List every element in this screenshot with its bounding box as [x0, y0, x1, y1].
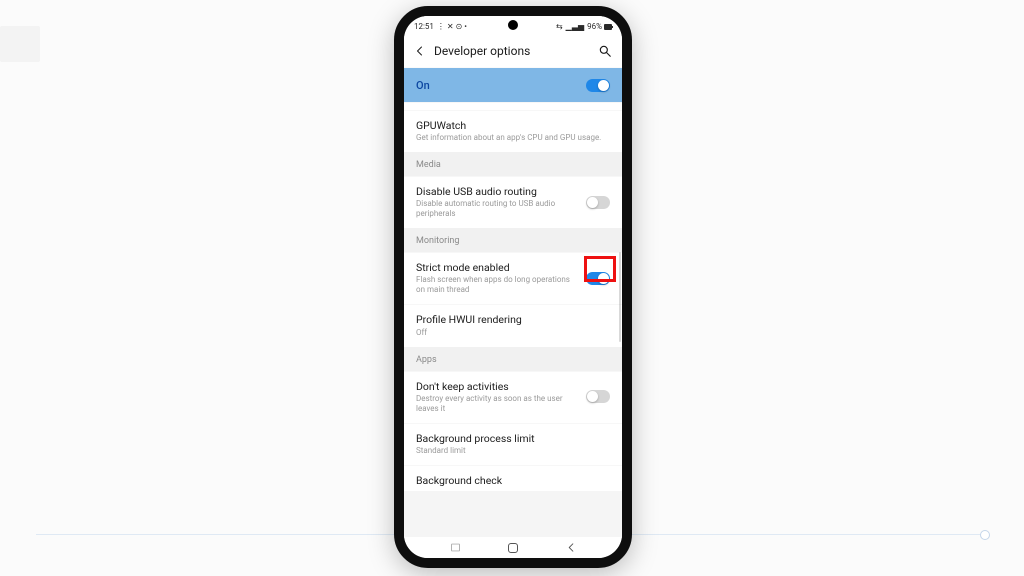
status-signal-icon: ▁▃▅	[566, 22, 584, 31]
row-title: Background check	[416, 474, 610, 487]
row-dont-keep-activities[interactable]: Don't keep activities Destroy every acti…	[404, 371, 622, 423]
row-subtitle: Off	[416, 328, 610, 338]
nav-back-icon[interactable]	[564, 541, 578, 555]
toggle-disable-usb-audio[interactable]	[586, 196, 610, 209]
master-toggle-switch[interactable]	[586, 79, 610, 92]
toggle-dont-keep-activities[interactable]	[586, 390, 610, 403]
status-battery: 96%	[587, 22, 612, 31]
row-subtitle: Flash screen when apps do long operation…	[416, 275, 578, 295]
row-gpuwatch[interactable]: GPUWatch Get information about an app's …	[404, 110, 622, 152]
row-subtitle: Destroy every activity as soon as the us…	[416, 394, 578, 414]
screen: 12:51 ⋮ ✕ ⊙ • ⇆ ▁▃▅ 96% Developer option…	[404, 16, 622, 558]
app-header: Developer options	[404, 34, 622, 68]
battery-icon	[604, 24, 612, 30]
page-decorative-box	[0, 26, 40, 62]
section-header-apps: Apps	[404, 347, 622, 371]
master-toggle-banner[interactable]: On	[404, 68, 622, 102]
row-title: GPUWatch	[416, 119, 610, 132]
page-title: Developer options	[434, 44, 590, 58]
system-nav-bar	[404, 536, 622, 558]
row-background-check[interactable]: Background check	[404, 465, 622, 491]
status-battery-pct: 96%	[587, 22, 602, 31]
phone-frame: 12:51 ⋮ ✕ ⊙ • ⇆ ▁▃▅ 96% Developer option…	[394, 6, 632, 568]
phone-camera-dot	[508, 20, 518, 30]
scrollbar-thumb[interactable]	[619, 252, 621, 342]
row-subtitle: Standard limit	[416, 446, 610, 456]
search-icon[interactable]	[598, 44, 612, 58]
row-title: Profile HWUI rendering	[416, 313, 610, 326]
row-title: Strict mode enabled	[416, 261, 578, 274]
status-data-icon: ⇆	[556, 22, 563, 31]
section-header-media: Media	[404, 152, 622, 176]
row-title: Disable USB audio routing	[416, 185, 578, 198]
row-title: Don't keep activities	[416, 380, 578, 393]
row-disable-usb-audio[interactable]: Disable USB audio routing Disable automa…	[404, 176, 622, 228]
status-time: 12:51	[414, 22, 434, 31]
row-strict-mode[interactable]: Strict mode enabled Flash screen when ap…	[404, 252, 622, 304]
section-header-monitoring: Monitoring	[404, 228, 622, 252]
row-background-process-limit[interactable]: Background process limit Standard limit	[404, 423, 622, 465]
row-profile-hwui[interactable]: Profile HWUI rendering Off	[404, 304, 622, 346]
list-cutoff-top	[404, 102, 622, 110]
row-title: Background process limit	[416, 432, 610, 445]
row-subtitle: Get information about an app's CPU and G…	[416, 133, 610, 143]
master-toggle-label: On	[416, 79, 430, 92]
row-subtitle: Disable automatic routing to USB audio p…	[416, 199, 578, 219]
status-left-icons: ⋮ ✕ ⊙ •	[437, 22, 467, 31]
nav-home-icon[interactable]	[506, 541, 520, 555]
nav-recents-icon[interactable]	[448, 541, 462, 555]
back-icon[interactable]	[414, 45, 426, 57]
toggle-strict-mode[interactable]	[586, 272, 610, 285]
settings-list[interactable]: GPUWatch Get information about an app's …	[404, 102, 622, 536]
